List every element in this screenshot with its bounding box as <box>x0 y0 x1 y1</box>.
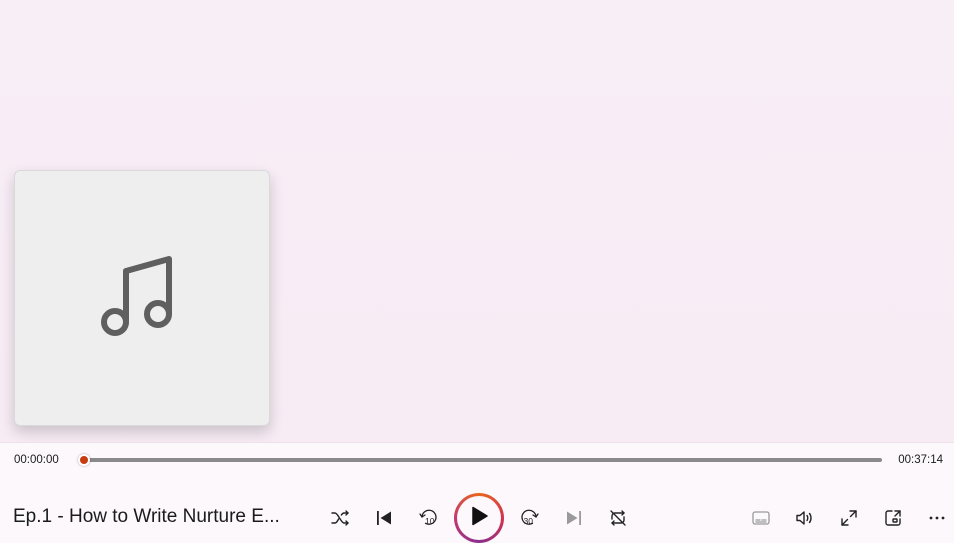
svg-text:30: 30 <box>524 516 534 526</box>
transport-controls: 00:00:00 00:37:14 Ep.1 - How to Write Nu… <box>0 442 954 543</box>
previous-button[interactable] <box>368 502 400 534</box>
captions-button[interactable] <box>745 502 777 534</box>
volume-icon <box>795 510 815 526</box>
play-button[interactable] <box>454 493 504 543</box>
seek-thumb[interactable] <box>78 454 90 466</box>
play-icon <box>470 506 488 531</box>
next-button[interactable] <box>558 502 590 534</box>
skip-back-10-icon: 10 <box>418 508 438 528</box>
video-area <box>0 0 954 442</box>
music-note-icon <box>100 251 184 346</box>
shuffle-icon <box>331 510 349 526</box>
more-options-icon <box>929 516 945 520</box>
svg-text:10: 10 <box>425 516 435 526</box>
shuffle-button[interactable] <box>324 502 356 534</box>
play-button-inner <box>457 496 501 540</box>
seek-bar[interactable] <box>84 458 882 462</box>
fullscreen-icon <box>841 510 857 526</box>
skip-forward-button[interactable]: 30 <box>514 502 546 534</box>
current-time: 00:00:00 <box>14 454 59 466</box>
skip-forward-30-icon: 30 <box>520 508 540 528</box>
more-options-button[interactable] <box>921 502 953 534</box>
volume-button[interactable] <box>789 502 821 534</box>
fullscreen-button[interactable] <box>833 502 865 534</box>
repeat-button[interactable] <box>602 502 634 534</box>
mini-player-icon <box>885 510 901 526</box>
mini-player-button[interactable] <box>877 502 909 534</box>
episode-title: Ep.1 - How to Write Nurture E... <box>13 506 280 527</box>
previous-icon <box>376 510 392 526</box>
skip-back-button[interactable]: 10 <box>412 502 444 534</box>
captions-icon <box>752 511 770 525</box>
next-icon <box>566 510 582 526</box>
repeat-icon <box>609 509 627 527</box>
total-time: 00:37:14 <box>898 454 943 466</box>
album-art <box>14 170 270 426</box>
